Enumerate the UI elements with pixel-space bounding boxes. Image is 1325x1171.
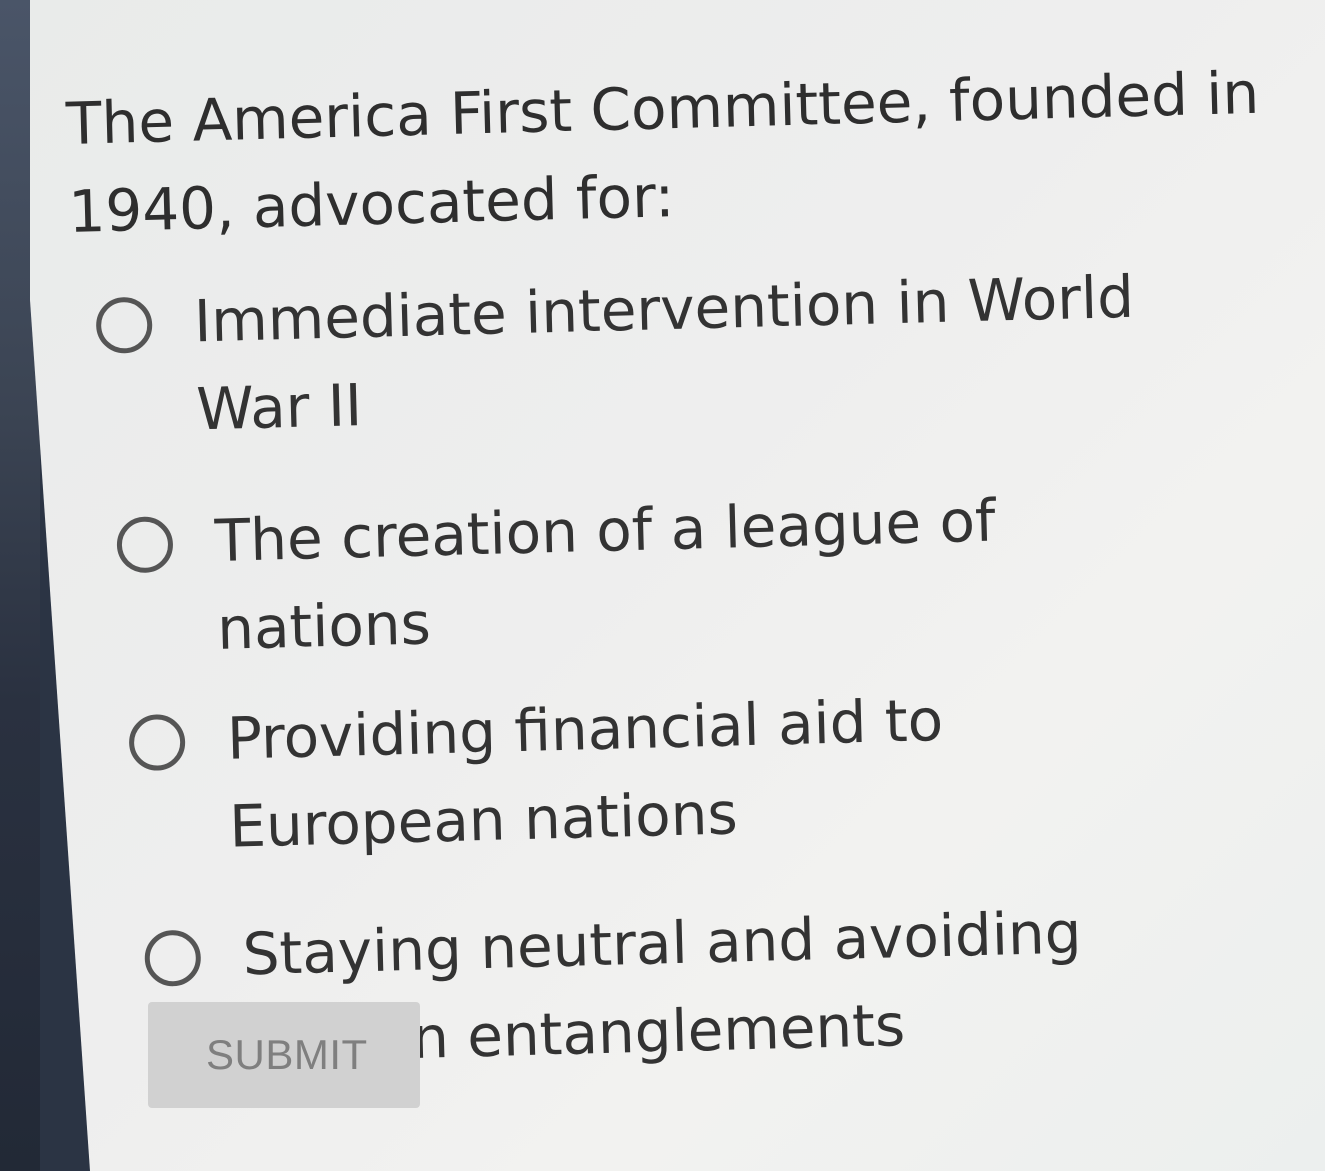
question-text: The America First Committee, founded in … [65, 58, 1261, 246]
radio-button-icon[interactable] [144, 929, 202, 987]
option-1[interactable]: Immediate intervention in World War II [95, 251, 1219, 456]
radio-button-icon[interactable] [95, 296, 153, 354]
option-2[interactable]: The creation of a league of nations [116, 471, 1225, 676]
radio-button-icon[interactable] [116, 516, 174, 574]
option-label: Immediate intervention in World War II [193, 262, 1135, 444]
radio-button-icon[interactable] [128, 713, 186, 772]
option-label: The creation of a league of nations [213, 486, 997, 663]
option-label: Providing financial aid to European nati… [226, 685, 944, 861]
screen: The America First Committee, founded in … [0, 0, 1325, 1171]
answer-options: Immediate intervention in World War II T… [95, 251, 1236, 1090]
option-3[interactable]: Providing financial aid to European nati… [128, 669, 1230, 874]
submit-button[interactable]: SUBMIT [148, 1002, 420, 1108]
